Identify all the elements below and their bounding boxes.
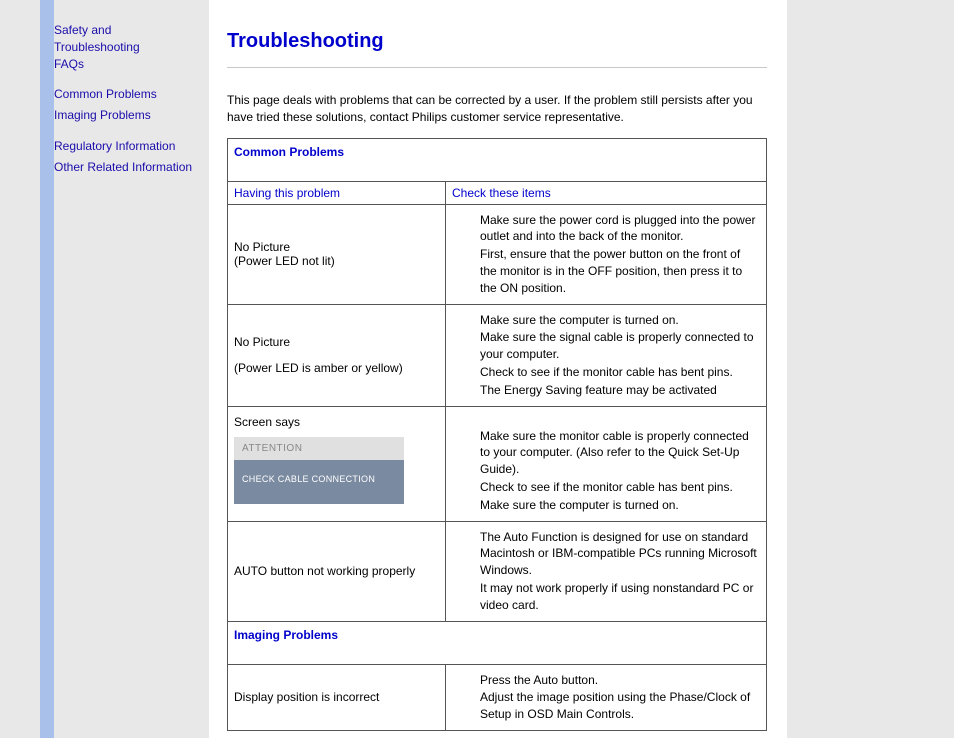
problem-text: (Power LED not lit)	[234, 254, 439, 268]
column-header-check: Check these items	[446, 181, 767, 204]
check-item: Make sure the monitor cable is properly …	[480, 428, 760, 478]
sidebar-nav: Safety and Troubleshooting FAQs Common P…	[54, 0, 209, 738]
check-cell: Make sure the power cord is plugged into…	[446, 204, 767, 304]
check-item: The Auto Function is designed for use on…	[480, 529, 760, 579]
problem-cell: Screen says ATTENTION CHECK CABLE CONNEC…	[228, 406, 446, 521]
text: Safety and	[54, 23, 111, 37]
check-item: Make sure the computer is turned on.	[480, 312, 760, 329]
check-cell: Make sure the computer is turned on. Mak…	[446, 304, 767, 406]
text: Troubleshooting	[54, 40, 140, 54]
check-cell: Press the Auto button. Adjust the image …	[446, 664, 767, 730]
check-item: Make sure the signal cable is properly c…	[480, 329, 760, 363]
check-item: Adjust the image position using the Phas…	[480, 689, 760, 723]
text: FAQs	[54, 57, 84, 71]
problem-text: Screen says	[234, 415, 439, 429]
check-item: Make sure the power cord is plugged into…	[480, 212, 760, 246]
check-item: Make sure the computer is turned on.	[480, 497, 760, 514]
problem-cell: No Picture (Power LED is amber or yellow…	[228, 304, 446, 406]
problem-text: AUTO button not working properly	[234, 564, 439, 578]
decorative-left-bar	[40, 0, 54, 738]
problem-text: Display position is incorrect	[234, 690, 439, 704]
sidebar-link-safety[interactable]: Safety and Troubleshooting FAQs	[54, 22, 209, 72]
problem-cell: No Picture (Power LED not lit)	[228, 204, 446, 304]
check-item: It may not work properly if using nonsta…	[480, 580, 760, 614]
sidebar-link-imaging-problems[interactable]: Imaging Problems	[54, 107, 209, 124]
intro-paragraph: This page deals with problems that can b…	[227, 92, 767, 126]
problem-text: No Picture	[234, 335, 439, 349]
divider	[227, 67, 767, 68]
osd-body: CHECK CABLE CONNECTION	[234, 460, 404, 504]
troubleshooting-table: Common Problems Having this problem Chec…	[227, 138, 767, 731]
section-header-common: Common Problems	[228, 138, 767, 181]
sidebar-link-common-problems[interactable]: Common Problems	[54, 86, 209, 103]
column-header-problem: Having this problem	[228, 181, 446, 204]
problem-cell: AUTO button not working properly	[228, 521, 446, 621]
check-cell: The Auto Function is designed for use on…	[446, 521, 767, 621]
section-header-imaging: Imaging Problems	[228, 621, 767, 664]
problem-cell: Display position is incorrect	[228, 664, 446, 730]
check-item: Check to see if the monitor cable has be…	[480, 364, 760, 381]
check-item: The Energy Saving feature may be activat…	[480, 382, 760, 399]
check-item: First, ensure that the power button on t…	[480, 246, 760, 296]
check-item: Press the Auto button.	[480, 672, 760, 689]
check-cell: Make sure the monitor cable is properly …	[446, 406, 767, 521]
check-item: Check to see if the monitor cable has be…	[480, 479, 760, 496]
sidebar-link-other-related[interactable]: Other Related Information	[54, 159, 209, 176]
sidebar-link-regulatory[interactable]: Regulatory Information	[54, 138, 209, 155]
problem-text: No Picture	[234, 240, 439, 254]
main-content: Troubleshooting This page deals with pro…	[209, 0, 787, 738]
osd-message-box: ATTENTION CHECK CABLE CONNECTION	[234, 437, 404, 504]
page-title: Troubleshooting	[227, 30, 767, 53]
problem-text: (Power LED is amber or yellow)	[234, 361, 439, 375]
osd-title: ATTENTION	[234, 437, 404, 460]
